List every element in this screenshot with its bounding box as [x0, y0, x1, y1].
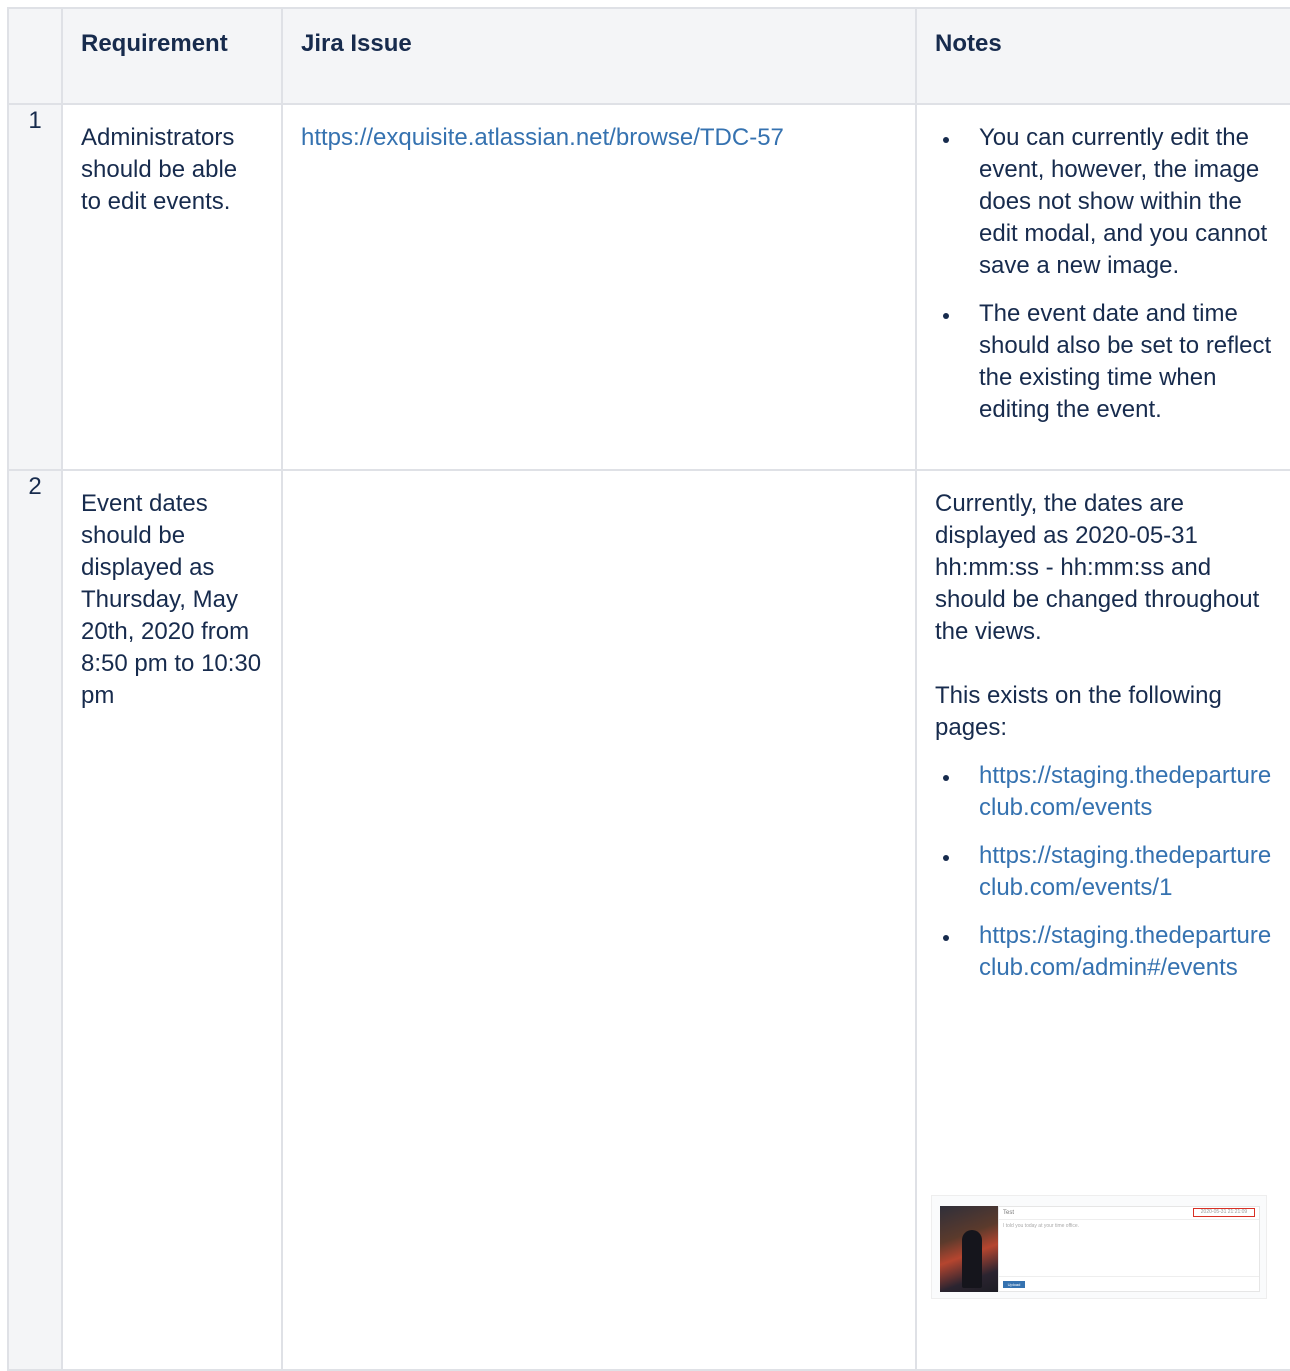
notes-paragraph: This exists on the following pages:	[935, 682, 1222, 741]
confluence-page: Requirement Jira Issue Notes 1 Administr…	[0, 0, 1290, 1371]
embedded-screenshot-image[interactable]: Test 2020-05-31 21:21:09 I told you toda…	[932, 1196, 1266, 1298]
speaker-silhouette	[962, 1230, 982, 1288]
requirement-cell: Event dates should be displayed as Thurs…	[61, 469, 283, 1371]
highlighted-date: 2020-05-31 21:21:09	[1193, 1208, 1255, 1217]
header-requirement: Requirement	[61, 7, 283, 105]
divider	[999, 1276, 1259, 1277]
jira-cell: https://exquisite.atlassian.net/browse/T…	[281, 103, 917, 471]
row-number: 2	[7, 469, 63, 1371]
preview-body: I told you today at your time office.	[1003, 1223, 1080, 1229]
requirement-cell: Administrators should be able to edit ev…	[61, 103, 283, 471]
event-detail-page-link[interactable]: https://staging.thedepartureclub.com/eve…	[979, 842, 1271, 901]
jira-issue-link[interactable]: https://exquisite.atlassian.net/browse/T…	[301, 124, 784, 151]
list-item: You can currently edit the event, howeve…	[961, 122, 1279, 282]
row-number: 1	[7, 103, 63, 471]
header-number	[7, 7, 63, 105]
event-photo	[940, 1206, 998, 1292]
preview-button: Upload Event	[1003, 1281, 1025, 1288]
event-card-preview: Test 2020-05-31 21:21:09 I told you toda…	[998, 1206, 1260, 1292]
table-row: 1 Administrators should be able to edit …	[7, 103, 1290, 471]
preview-title: Test	[1003, 1210, 1015, 1216]
events-page-link[interactable]: https://staging.thedepartureclub.com/eve…	[979, 762, 1271, 821]
header-jira-issue: Jira Issue	[281, 7, 917, 105]
table-header-row: Requirement Jira Issue Notes	[7, 7, 1290, 105]
divider	[999, 1219, 1259, 1220]
notes-cell: You can currently edit the event, howeve…	[915, 103, 1290, 471]
admin-events-page-link[interactable]: https://staging.thedepartureclub.com/adm…	[979, 922, 1271, 981]
page-links-list: https://staging.thedepartureclub.com/eve…	[935, 760, 1279, 984]
list-item: https://staging.thedepartureclub.com/eve…	[961, 840, 1279, 904]
list-item: The event date and time should also be s…	[961, 298, 1279, 426]
jira-cell	[281, 469, 917, 1371]
notes-paragraph: Currently, the dates are displayed as 20…	[935, 490, 1260, 645]
requirements-table: Requirement Jira Issue Notes 1 Administr…	[7, 7, 1290, 1371]
notes-list: You can currently edit the event, howeve…	[935, 122, 1279, 426]
list-item: https://staging.thedepartureclub.com/eve…	[961, 760, 1279, 824]
header-notes: Notes	[915, 7, 1290, 105]
list-item: https://staging.thedepartureclub.com/adm…	[961, 920, 1279, 984]
